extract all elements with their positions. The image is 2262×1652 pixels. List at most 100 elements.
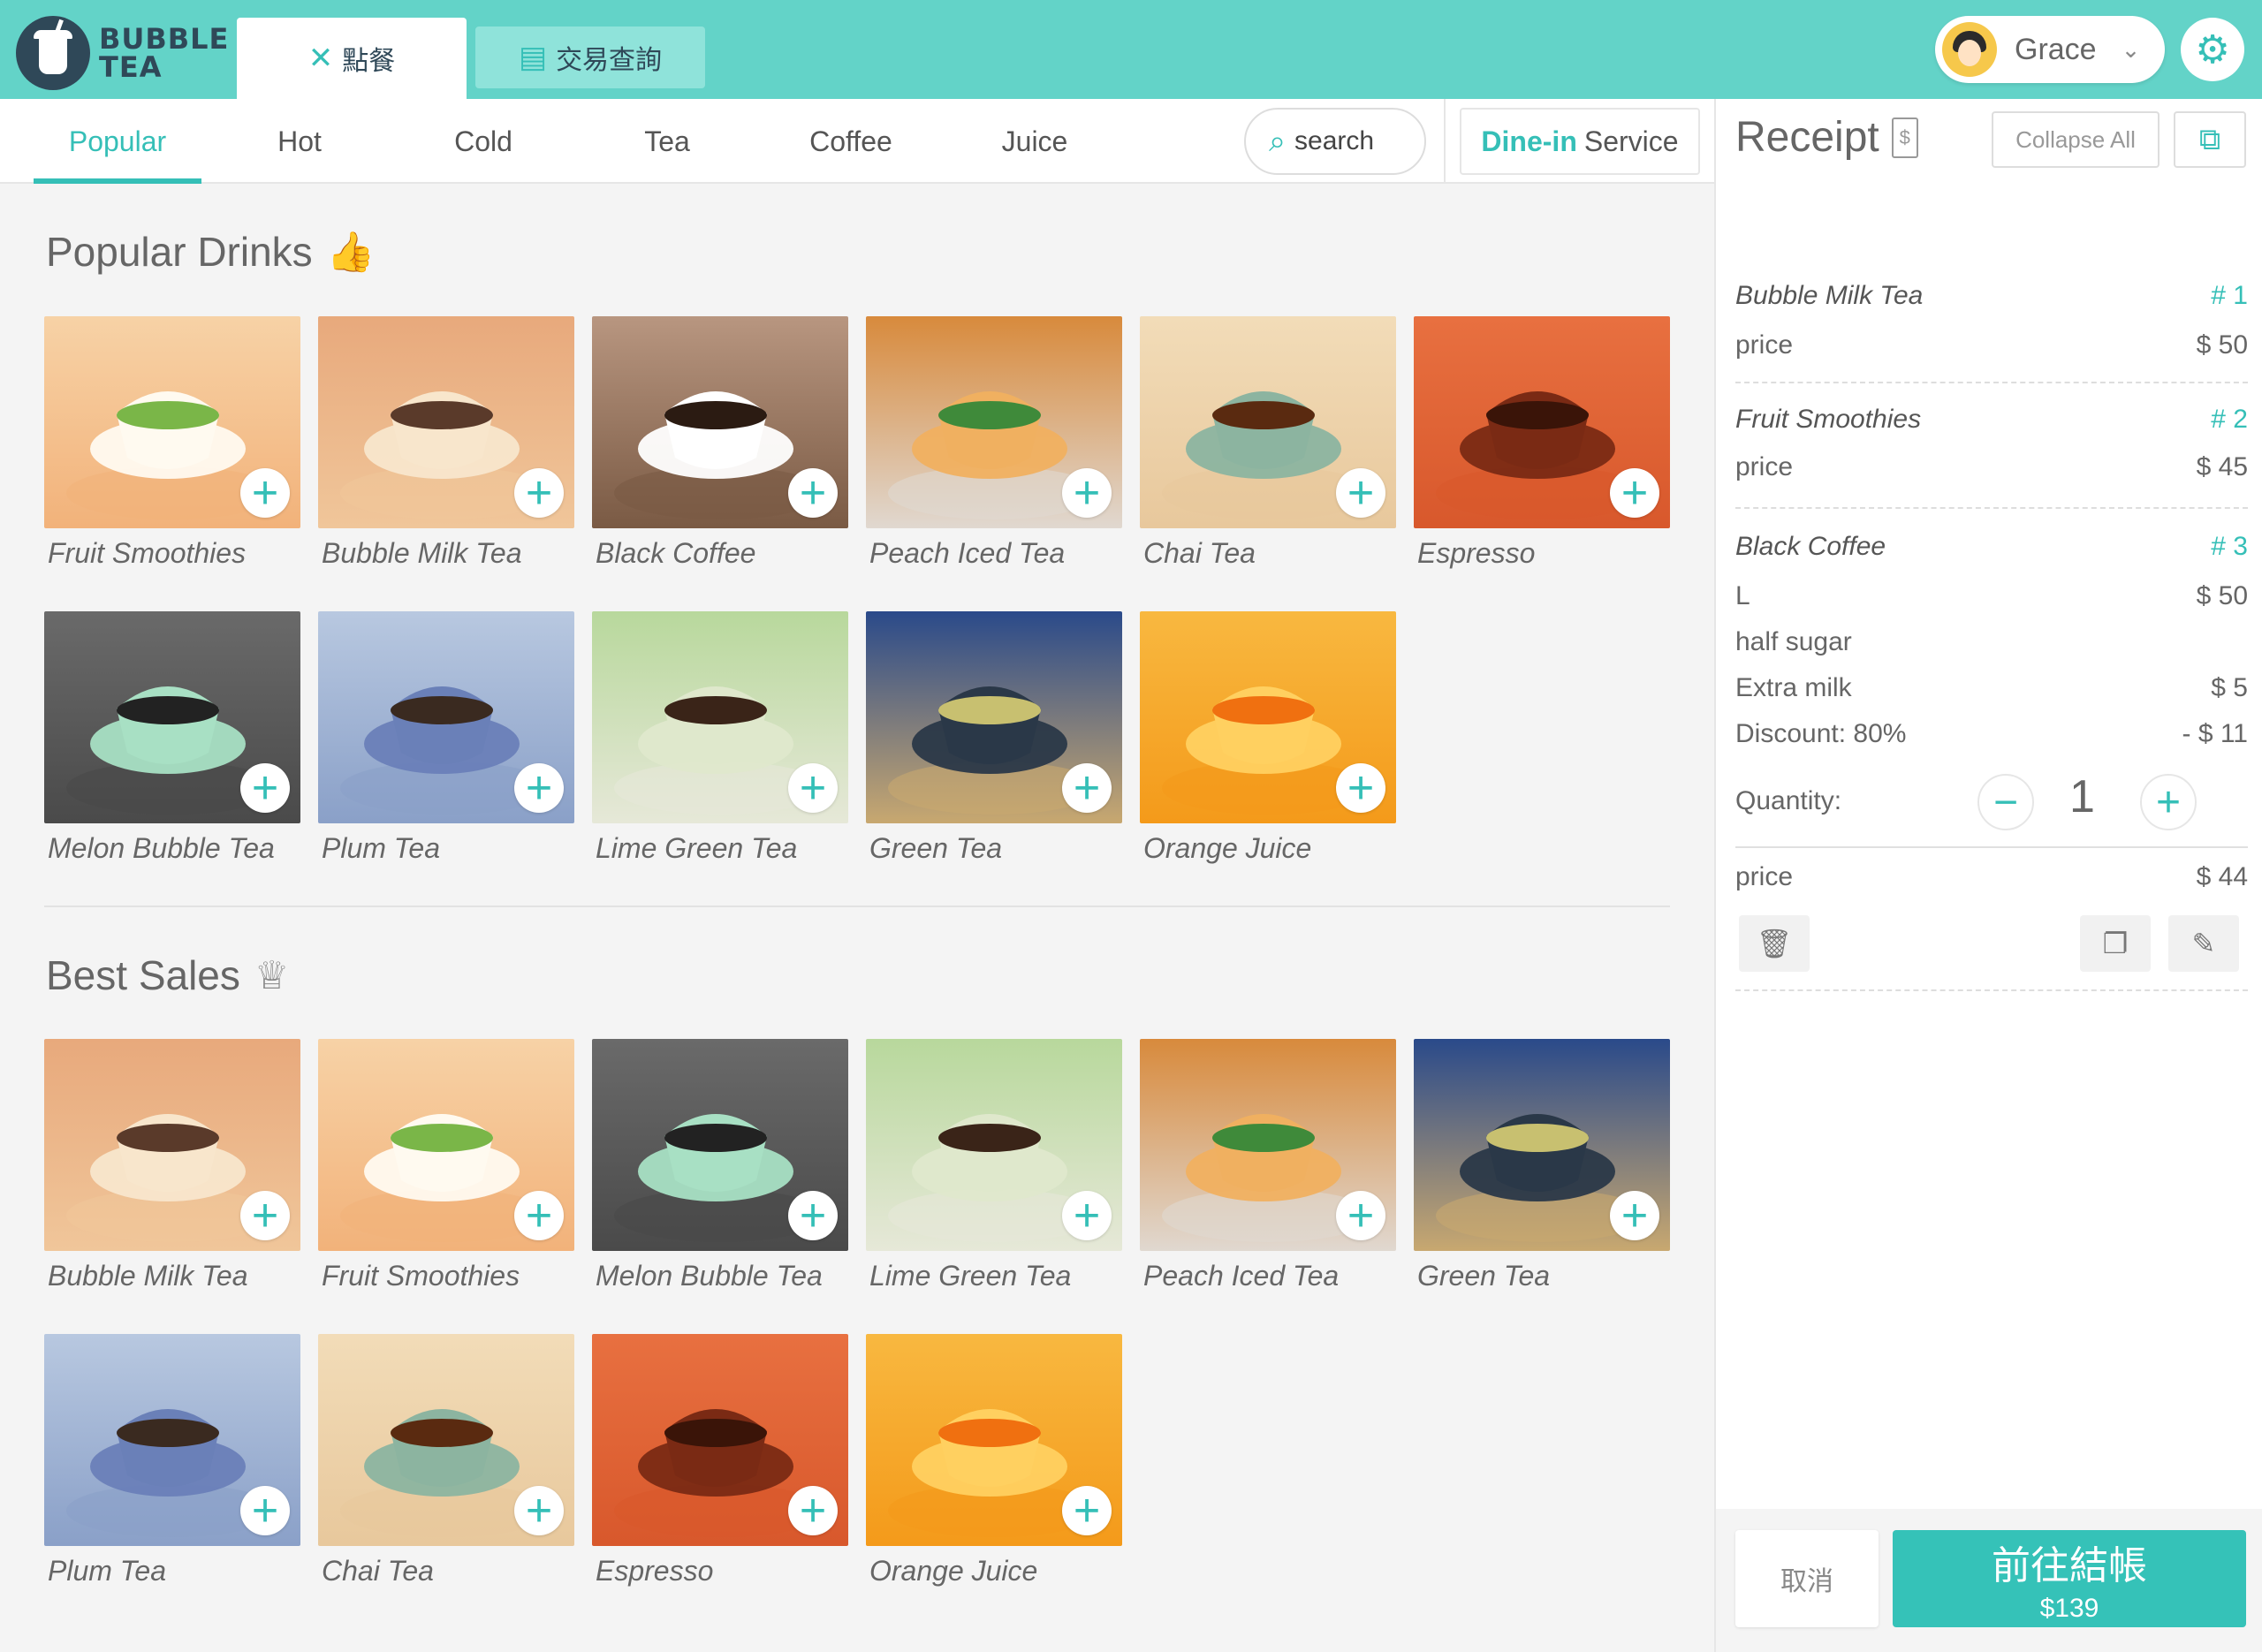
receipt-option-sugar: half sugar (1735, 627, 1852, 656)
product-card[interactable]: + Fruit Smoothies (44, 316, 300, 581)
product-card[interactable]: + Espresso (1414, 316, 1670, 581)
product-name: Peach Iced Tea (869, 537, 1066, 569)
section-divider (44, 906, 1670, 907)
product-name: Green Tea (869, 832, 1003, 864)
top-bar: BUBBLE TEA ✕ 點餐 ▤ 交易查詢 Grace ⌄ ⚙ (0, 0, 2262, 99)
add-to-cart-button[interactable]: + (1062, 1191, 1112, 1240)
divider (1735, 382, 2248, 383)
product-name: Fruit Smoothies (322, 1260, 520, 1292)
trash-icon[interactable]: 🗑 (1739, 915, 1810, 972)
add-to-cart-button[interactable]: + (514, 1191, 564, 1240)
add-to-cart-button[interactable]: + (1610, 468, 1659, 518)
product-card[interactable]: + Chai Tea (1140, 316, 1396, 581)
bubble-tea-icon (16, 16, 90, 90)
product-name: Espresso (1417, 537, 1536, 569)
add-to-cart-button[interactable]: + (240, 763, 290, 813)
open-external-icon[interactable]: ⧉ (2174, 111, 2246, 168)
product-card[interactable]: + Plum Tea (318, 611, 574, 876)
avatar (1942, 22, 1997, 77)
add-to-cart-button[interactable]: + (1336, 468, 1385, 518)
add-to-cart-button[interactable]: + (514, 763, 564, 813)
receipt-item-header[interactable]: Black Coffee # 3 (1735, 532, 2248, 562)
quantity-decrease-button[interactable]: − (1977, 774, 2034, 830)
divider (1444, 99, 1446, 184)
product-name: Orange Juice (1143, 832, 1312, 864)
product-card[interactable]: + Melon Bubble Tea (592, 1039, 848, 1304)
category-tab-tea[interactable]: Tea (583, 99, 751, 184)
receipt-item-price: price $ 50 (1735, 330, 2248, 360)
add-to-cart-button[interactable]: + (1336, 1191, 1385, 1240)
search-button[interactable]: ⌕ search (1244, 108, 1426, 175)
checkout-total: $139 (2039, 1594, 2099, 1623)
product-name: Melon Bubble Tea (596, 1260, 823, 1292)
product-name: Lime Green Tea (596, 832, 798, 864)
add-to-cart-button[interactable]: + (1062, 763, 1112, 813)
product-card[interactable]: + Peach Iced Tea (866, 316, 1122, 581)
add-to-cart-button[interactable]: + (240, 468, 290, 518)
product-name: Espresso (596, 1555, 714, 1587)
receipt-option-extra: Extra milk $ 5 (1735, 673, 2248, 702)
edit-icon[interactable]: ✎ (2168, 915, 2239, 972)
product-card[interactable]: + Bubble Milk Tea (318, 316, 574, 581)
category-tab-coffee[interactable]: Coffee (767, 99, 935, 184)
product-card[interactable]: + Espresso (592, 1334, 848, 1599)
product-card[interactable]: + Peach Iced Tea (1140, 1039, 1396, 1304)
add-to-cart-button[interactable]: + (1062, 1486, 1112, 1535)
product-card[interactable]: + Green Tea (866, 611, 1122, 876)
product-card[interactable]: + Bubble Milk Tea (44, 1039, 300, 1304)
receipt-item-header[interactable]: Fruit Smoothies # 2 (1735, 405, 2248, 435)
add-to-cart-button[interactable]: + (1336, 763, 1385, 813)
add-to-cart-button[interactable]: + (240, 1486, 290, 1535)
thumbs-up-icon: 👍 (326, 231, 376, 274)
collapse-all-button[interactable]: Collapse All (1992, 111, 2160, 168)
add-to-cart-button[interactable]: + (240, 1191, 290, 1240)
product-card[interactable]: + Fruit Smoothies (318, 1039, 574, 1304)
category-tab-juice[interactable]: Juice (951, 99, 1119, 184)
add-to-cart-button[interactable]: + (788, 763, 838, 813)
checkout-button[interactable]: 前往結帳 $139 (1893, 1530, 2246, 1627)
add-to-cart-button[interactable]: + (1610, 1191, 1659, 1240)
product-card[interactable]: + Chai Tea (318, 1334, 574, 1599)
product-name: Fruit Smoothies (48, 537, 247, 569)
menu-pane: Popular Hot Cold Tea Coffee Juice ⌕ sear… (0, 99, 1714, 1652)
crown-icon: ♕ (254, 953, 290, 997)
divider (1735, 989, 2248, 991)
product-card[interactable]: + Lime Green Tea (592, 611, 848, 876)
receipt-pane: Receipt $ Collapse All ⧉ Bubble Milk Tea… (1714, 99, 2262, 1652)
tab-transactions[interactable]: ▤ 交易查詢 (475, 27, 705, 88)
add-to-cart-button[interactable]: + (788, 1486, 838, 1535)
utensils-icon: ✕ (307, 42, 334, 75)
user-menu[interactable]: Grace ⌄ (1935, 16, 2165, 83)
dine-in-service-button[interactable]: Dine-in Service (1460, 108, 1700, 175)
quantity-increase-button[interactable]: + (2140, 774, 2197, 830)
copy-icon[interactable]: ❐ (2080, 915, 2151, 972)
product-card[interactable]: + Melon Bubble Tea (44, 611, 300, 876)
product-card[interactable]: + Green Tea (1414, 1039, 1670, 1304)
receipt-item-price: price $ 44 (1735, 862, 2248, 891)
add-to-cart-button[interactable]: + (514, 1486, 564, 1535)
receipt-title: Receipt $ (1735, 113, 1918, 162)
product-name: Peach Iced Tea (1143, 1260, 1340, 1292)
category-tab-cold[interactable]: Cold (399, 99, 567, 184)
add-to-cart-button[interactable]: + (788, 468, 838, 518)
product-card[interactable]: + Plum Tea (44, 1334, 300, 1599)
add-to-cart-button[interactable]: + (1062, 468, 1112, 518)
brand-logo[interactable]: BUBBLE TEA (16, 16, 228, 90)
category-tab-hot[interactable]: Hot (216, 99, 383, 184)
product-name: Plum Tea (322, 832, 440, 864)
product-card[interactable]: + Black Coffee (592, 316, 848, 581)
receipt-icon: $ (1891, 117, 1918, 158)
product-card[interactable]: + Orange Juice (1140, 611, 1396, 876)
category-tab-popular[interactable]: Popular (34, 99, 201, 184)
cancel-button[interactable]: 取消 (1735, 1530, 1879, 1627)
quantity-label: Quantity: (1735, 786, 1842, 815)
tab-order[interactable]: ✕ 點餐 (237, 18, 467, 99)
gear-icon[interactable]: ⚙ (2181, 18, 2244, 81)
product-name: Orange Juice (869, 1555, 1038, 1587)
add-to-cart-button[interactable]: + (514, 468, 564, 518)
receipt-item-header[interactable]: Bubble Milk Tea # 1 (1735, 281, 2248, 311)
search-icon: ⌕ (1269, 124, 1287, 158)
add-to-cart-button[interactable]: + (788, 1191, 838, 1240)
product-card[interactable]: + Orange Juice (866, 1334, 1122, 1599)
product-card[interactable]: + Lime Green Tea (866, 1039, 1122, 1304)
